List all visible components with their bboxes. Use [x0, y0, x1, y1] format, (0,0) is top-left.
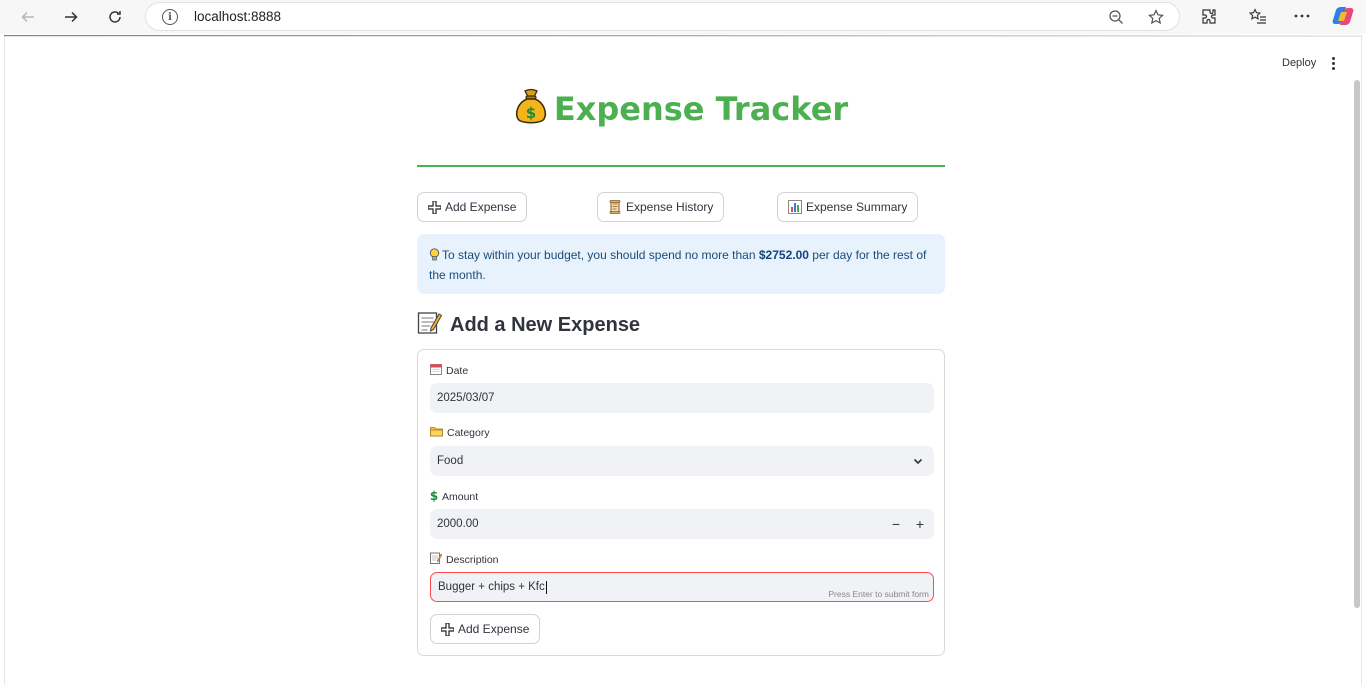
add-expense-tab-label: Add Expense — [445, 200, 517, 214]
bar-chart-icon — [788, 200, 802, 214]
address-bar[interactable]: i localhost:8888 — [145, 2, 1180, 31]
description-input[interactable]: Bugger + chips + Kfc Press Enter to subm… — [430, 572, 934, 602]
add-expense-tab-button[interactable]: Add Expense — [417, 192, 528, 222]
category-select[interactable]: Food — [430, 446, 934, 476]
plus-icon — [428, 200, 441, 214]
more-options-icon[interactable] — [1290, 5, 1314, 27]
submit-hint: Press Enter to submit form — [828, 589, 929, 599]
back-icon[interactable] — [15, 5, 41, 29]
url-text: localhost:8888 — [194, 9, 282, 24]
category-select-value: Food — [437, 455, 464, 467]
category-label-text: Category — [447, 427, 490, 439]
memo-icon — [417, 310, 443, 341]
add-expense-submit-button[interactable]: Add Expense — [430, 614, 541, 644]
amount-label: $ Amount — [430, 489, 478, 505]
calendar-icon — [430, 363, 442, 378]
chevron-down-icon — [913, 458, 923, 465]
light-bulb-icon — [429, 248, 440, 266]
title-divider — [417, 165, 945, 167]
plus-icon — [441, 622, 454, 636]
copilot-icon[interactable] — [1331, 5, 1355, 27]
favorites-list-icon[interactable] — [1246, 5, 1270, 27]
description-label: Description — [430, 552, 499, 567]
forward-icon[interactable] — [58, 5, 84, 29]
text-cursor — [545, 580, 547, 594]
date-input[interactable]: 2025/03/07 — [430, 383, 934, 413]
description-label-text: Description — [446, 553, 499, 566]
expense-summary-tab-button[interactable]: Expense Summary — [777, 192, 919, 222]
extensions-icon[interactable] — [1197, 5, 1221, 27]
svg-text:$: $ — [430, 489, 438, 502]
svg-text:$: $ — [526, 104, 536, 122]
title-text: Expense Tracker — [553, 90, 849, 128]
dollar-icon: $ — [430, 489, 438, 505]
scroll-icon — [608, 200, 622, 214]
description-input-value: Bugger + chips + Kfc — [438, 581, 545, 593]
date-label-text: Date — [446, 364, 469, 377]
scrollbar[interactable] — [1354, 80, 1360, 608]
deploy-button[interactable]: Deploy — [1274, 54, 1324, 72]
decrement-button[interactable]: − — [886, 516, 906, 532]
main-menu-icon[interactable] — [1326, 54, 1340, 72]
budget-info-alert: To stay within your budget, you should s… — [417, 234, 945, 294]
expense-history-tab-button[interactable]: Expense History — [597, 192, 725, 222]
expense-summary-tab-label: Expense Summary — [806, 200, 908, 214]
amount-label-text: Amount — [442, 491, 479, 503]
zoom-out-icon[interactable] — [1106, 8, 1126, 26]
amount-input[interactable]: 2000.00 − + — [430, 509, 934, 539]
add-expense-heading: Add a New Expense — [417, 310, 640, 341]
info-text-prefix: To stay within your budget, you should s… — [442, 248, 756, 262]
expense-history-tab-label: Expense History — [626, 200, 714, 214]
refresh-icon[interactable] — [102, 5, 128, 29]
memo-small-icon — [430, 552, 443, 567]
favorite-star-icon[interactable] — [1146, 8, 1166, 26]
browser-toolbar: i localhost:8888 — [0, 0, 1366, 34]
add-expense-submit-label: Add Expense — [458, 622, 530, 636]
page-title: $ Expense Tracker — [417, 88, 945, 134]
add-expense-heading-text: Add a New Expense — [450, 314, 641, 336]
site-info-icon[interactable]: i — [162, 9, 178, 25]
amount-input-value: 2000.00 — [437, 518, 479, 530]
money-bag-icon: $ — [514, 88, 548, 134]
daily-budget-amount: $2752.00 — [758, 248, 809, 262]
add-expense-form: Date 2025/03/07 Category Food $ Amount 2… — [417, 349, 945, 656]
folder-icon — [430, 426, 443, 440]
increment-button[interactable]: + — [910, 516, 930, 532]
category-label: Category — [430, 426, 490, 440]
date-label: Date — [430, 363, 468, 378]
